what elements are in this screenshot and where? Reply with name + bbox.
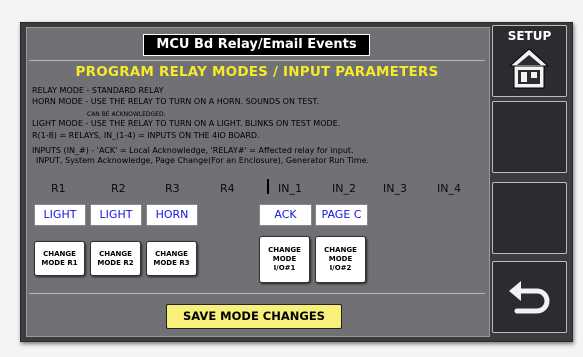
mode-r2[interactable]: LIGHT xyxy=(90,204,142,226)
column-in1: IN_1 xyxy=(278,182,302,195)
change-mode-r1-label: CHANGE MODE R1 xyxy=(41,249,78,267)
column-in4: IN_4 xyxy=(437,182,461,195)
mode-r1[interactable]: LIGHT xyxy=(34,204,86,226)
info-light-mode: LIGHT MODE - USE THE RELAY TO TURN ON A … xyxy=(32,119,341,128)
change-mode-r3-button[interactable]: CHANGE MODE R3 xyxy=(146,241,197,276)
side-button-3[interactable] xyxy=(492,182,567,254)
change-mode-io2-button[interactable]: CHANGE MODE I/O#2 xyxy=(315,236,366,283)
save-mode-changes-button[interactable]: SAVE MODE CHANGES xyxy=(166,304,342,329)
back-button[interactable] xyxy=(492,261,567,333)
house-icon xyxy=(508,48,550,89)
setup-label: SETUP xyxy=(507,29,552,43)
back-arrow-icon xyxy=(509,281,550,314)
mode-r3[interactable]: HORN xyxy=(146,204,198,226)
setup-button[interactable]: SETUP xyxy=(492,25,567,97)
column-divider xyxy=(267,179,269,194)
column-r2: R2 xyxy=(111,182,126,195)
change-mode-io1-button[interactable]: CHANGE MODE I/O#1 xyxy=(259,236,310,283)
change-mode-io2-label: CHANGE MODE I/O#2 xyxy=(324,246,357,272)
info-inputs-2: INPUT, System Acknowledge, Page Change(F… xyxy=(36,156,370,165)
column-r4: R4 xyxy=(220,182,235,195)
side-button-2[interactable] xyxy=(492,101,567,173)
divider xyxy=(29,60,485,61)
section-heading: PROGRAM RELAY MODES / INPUT PARAMETERS xyxy=(75,64,439,80)
divider xyxy=(29,293,485,294)
info-relay-mode: RELAY MODE - STANDARD RELAY xyxy=(32,86,164,95)
change-mode-r2-label: CHANGE MODE R2 xyxy=(97,249,134,267)
column-r1: R1 xyxy=(51,182,66,195)
info-relay-inputs: R(1-8) = RELAYS, IN_(1-4) = INPUTS ON TH… xyxy=(32,131,260,140)
mode-in1[interactable]: ACK xyxy=(259,204,312,226)
info-horn-mode: HORN MODE - USE THE RELAY TO TURN ON A H… xyxy=(32,97,320,106)
mode-in2[interactable]: PAGE C xyxy=(315,204,368,226)
change-mode-r2-button[interactable]: CHANGE MODE R2 xyxy=(90,241,141,276)
column-in3: IN_3 xyxy=(383,182,407,195)
column-r3: R3 xyxy=(165,182,180,195)
change-mode-r1-button[interactable]: CHANGE MODE R1 xyxy=(34,241,85,276)
page-title: MCU Bd Relay/Email Events xyxy=(143,34,370,56)
change-mode-r3-label: CHANGE MODE R3 xyxy=(153,249,190,267)
column-in2: IN_2 xyxy=(332,182,356,195)
change-mode-io1-label: CHANGE MODE I/O#1 xyxy=(268,246,301,272)
